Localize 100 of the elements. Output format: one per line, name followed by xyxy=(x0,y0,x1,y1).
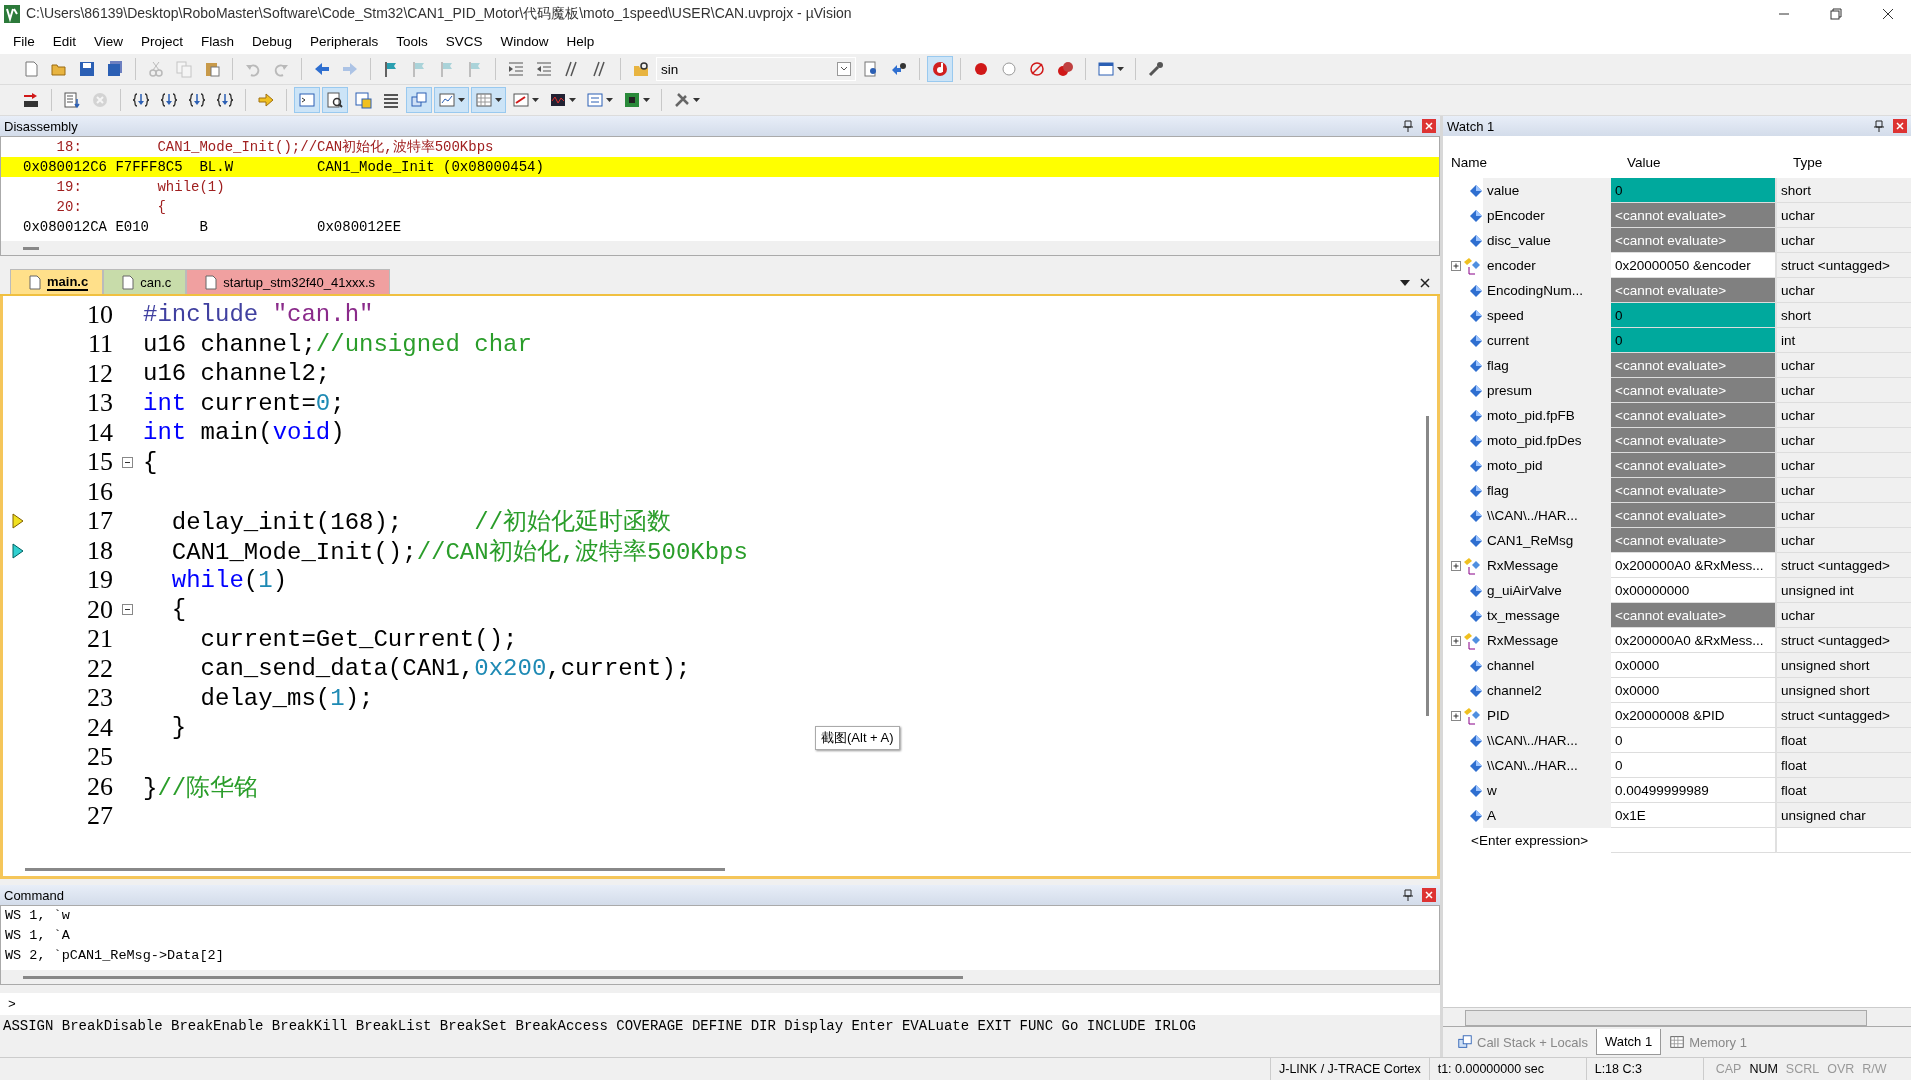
scrollbar-thumb[interactable] xyxy=(25,868,725,871)
dropdown-icon[interactable] xyxy=(837,62,851,76)
watch-value[interactable]: 0 xyxy=(1611,728,1777,753)
scrollbar-thumb[interactable] xyxy=(1426,416,1429,716)
column-header[interactable]: Type xyxy=(1793,154,1823,170)
expand-icon[interactable] xyxy=(1451,260,1461,271)
watch-value[interactable]: 0x200000A0 &RxMess... xyxy=(1611,628,1777,653)
expand-icon[interactable] xyxy=(1451,710,1461,721)
menu-item[interactable]: Help xyxy=(557,30,604,52)
watch-value[interactable]: <cannot evaluate> xyxy=(1611,528,1777,553)
watch-value[interactable]: 0 xyxy=(1611,178,1777,203)
cursor-position: L:18 C:3 xyxy=(1585,1058,1703,1080)
caret-icon[interactable] xyxy=(1400,280,1410,286)
line-number: 20 xyxy=(86,594,114,625)
watch-value[interactable]: <cannot evaluate> xyxy=(1611,403,1777,428)
call-stack-icon xyxy=(1457,1034,1473,1050)
watch-value[interactable]: <cannot evaluate> xyxy=(1611,503,1777,528)
watch-value[interactable]: <cannot evaluate> xyxy=(1611,203,1777,228)
line-number: 19 xyxy=(86,565,114,596)
struct-icon xyxy=(1463,256,1481,275)
column-header[interactable]: Value xyxy=(1627,154,1661,170)
menu-item[interactable]: View xyxy=(85,30,133,52)
circle-icon xyxy=(1000,60,1018,78)
file-tab[interactable]: main.c xyxy=(10,269,104,294)
memory-icon xyxy=(475,91,493,109)
search-combo[interactable]: sin xyxy=(656,57,856,81)
watch-name: channel xyxy=(1483,653,1611,678)
caret-icon xyxy=(1117,67,1124,71)
watch-value[interactable]: 0.00499999989 xyxy=(1611,778,1777,803)
disassembly-line: 19: while(1) xyxy=(55,178,226,197)
file-tab[interactable]: startup_stm32f40_41xxx.s xyxy=(186,269,390,294)
file-tab[interactable]: can.c xyxy=(103,269,187,294)
target-status: J-LINK / J-TRACE Cortex xyxy=(1270,1058,1429,1080)
watch-value[interactable]: <cannot evaluate> xyxy=(1611,478,1777,503)
pin-icon[interactable] xyxy=(1402,889,1414,901)
wrench-icon xyxy=(1147,60,1165,78)
menu-item[interactable]: Window xyxy=(491,30,558,52)
variable-icon xyxy=(1469,608,1483,623)
watch-value[interactable]: 0x1E xyxy=(1611,803,1777,828)
collapse-icon[interactable] xyxy=(121,604,133,616)
watch-value[interactable]: 0x0000 xyxy=(1611,678,1777,703)
variable-icon xyxy=(1469,183,1483,198)
code-line: int current=0; xyxy=(142,389,345,417)
watch-value[interactable]: <cannot evaluate> xyxy=(1611,228,1777,253)
close-icon[interactable] xyxy=(1420,278,1430,288)
code-line: while(1) xyxy=(170,566,288,594)
variable-icon xyxy=(1469,458,1483,473)
scrollbar-thumb[interactable] xyxy=(23,247,39,250)
watch-name: A xyxy=(1483,803,1611,828)
watch-value[interactable]: 0x20000050 &encoder xyxy=(1611,253,1777,278)
watch-value[interactable]: <cannot evaluate> xyxy=(1611,378,1777,403)
variable-icon xyxy=(1469,758,1483,773)
menu-item[interactable]: Debug xyxy=(243,30,301,52)
watch-value[interactable]: 0 xyxy=(1611,303,1777,328)
reset-icon xyxy=(22,91,40,109)
expand-icon[interactable] xyxy=(1451,560,1461,571)
right-arrow-icon xyxy=(341,60,359,78)
menu-item[interactable]: Tools xyxy=(387,30,437,52)
menu-item[interactable]: Project xyxy=(132,30,193,52)
menu-item[interactable]: File xyxy=(4,30,44,52)
watch-value[interactable]: 0x20000008 &PID xyxy=(1611,703,1777,728)
column-header[interactable]: Name xyxy=(1451,154,1487,170)
watch-value[interactable]: <cannot evaluate> xyxy=(1611,453,1777,478)
command-input[interactable]: > xyxy=(0,993,1440,1015)
expand-icon[interactable] xyxy=(1451,635,1461,646)
stop-icon xyxy=(91,91,109,109)
expression-field[interactable]: <Enter expression> xyxy=(1443,833,1589,848)
pin-icon[interactable] xyxy=(1873,120,1885,132)
watch-value[interactable]: 0 xyxy=(1611,328,1777,353)
key-indicator: SCRL xyxy=(1784,1062,1821,1076)
menu-item[interactable]: Edit xyxy=(43,30,86,52)
panel-tab[interactable]: Watch 1 xyxy=(1595,1029,1662,1055)
collapse-icon[interactable] xyxy=(121,456,133,468)
caret-icon xyxy=(606,98,613,102)
watch-value[interactable]: 0x00000000 xyxy=(1611,578,1777,603)
watch-value[interactable]: <cannot evaluate> xyxy=(1611,603,1777,628)
pin-icon[interactable] xyxy=(1402,120,1414,132)
watch-value[interactable]: 0x200000A0 &RxMess... xyxy=(1611,553,1777,578)
watch-value[interactable]: <cannot evaluate> xyxy=(1611,353,1777,378)
watch-name: RxMessage xyxy=(1483,553,1611,578)
watch-value[interactable]: 0 xyxy=(1611,753,1777,778)
menu-item[interactable]: SVCS xyxy=(436,30,492,52)
scrollbar-thumb[interactable] xyxy=(1465,1010,1867,1026)
menu-item[interactable]: Flash xyxy=(192,30,244,52)
watch-value[interactable]: 0x0000 xyxy=(1611,653,1777,678)
watch-type: struct <untagged> xyxy=(1777,628,1911,653)
key-indicator: R/W xyxy=(1861,1062,1888,1076)
call-stack-icon xyxy=(410,91,428,109)
watch-value[interactable]: <cannot evaluate> xyxy=(1611,428,1777,453)
scrollbar-thumb[interactable] xyxy=(23,976,963,979)
toolbar-button[interactable] xyxy=(322,87,348,113)
run-icon xyxy=(63,91,81,109)
watch-name: encoder xyxy=(1483,253,1611,278)
pages-icon xyxy=(175,60,193,78)
scissors-icon xyxy=(147,60,165,78)
menu-item[interactable]: Peripherals xyxy=(300,30,388,52)
watch-value[interactable]: <cannot evaluate> xyxy=(1611,278,1777,303)
close-icon[interactable] xyxy=(1882,8,1894,20)
restore-icon[interactable] xyxy=(1830,8,1842,20)
registers-icon xyxy=(382,91,400,109)
